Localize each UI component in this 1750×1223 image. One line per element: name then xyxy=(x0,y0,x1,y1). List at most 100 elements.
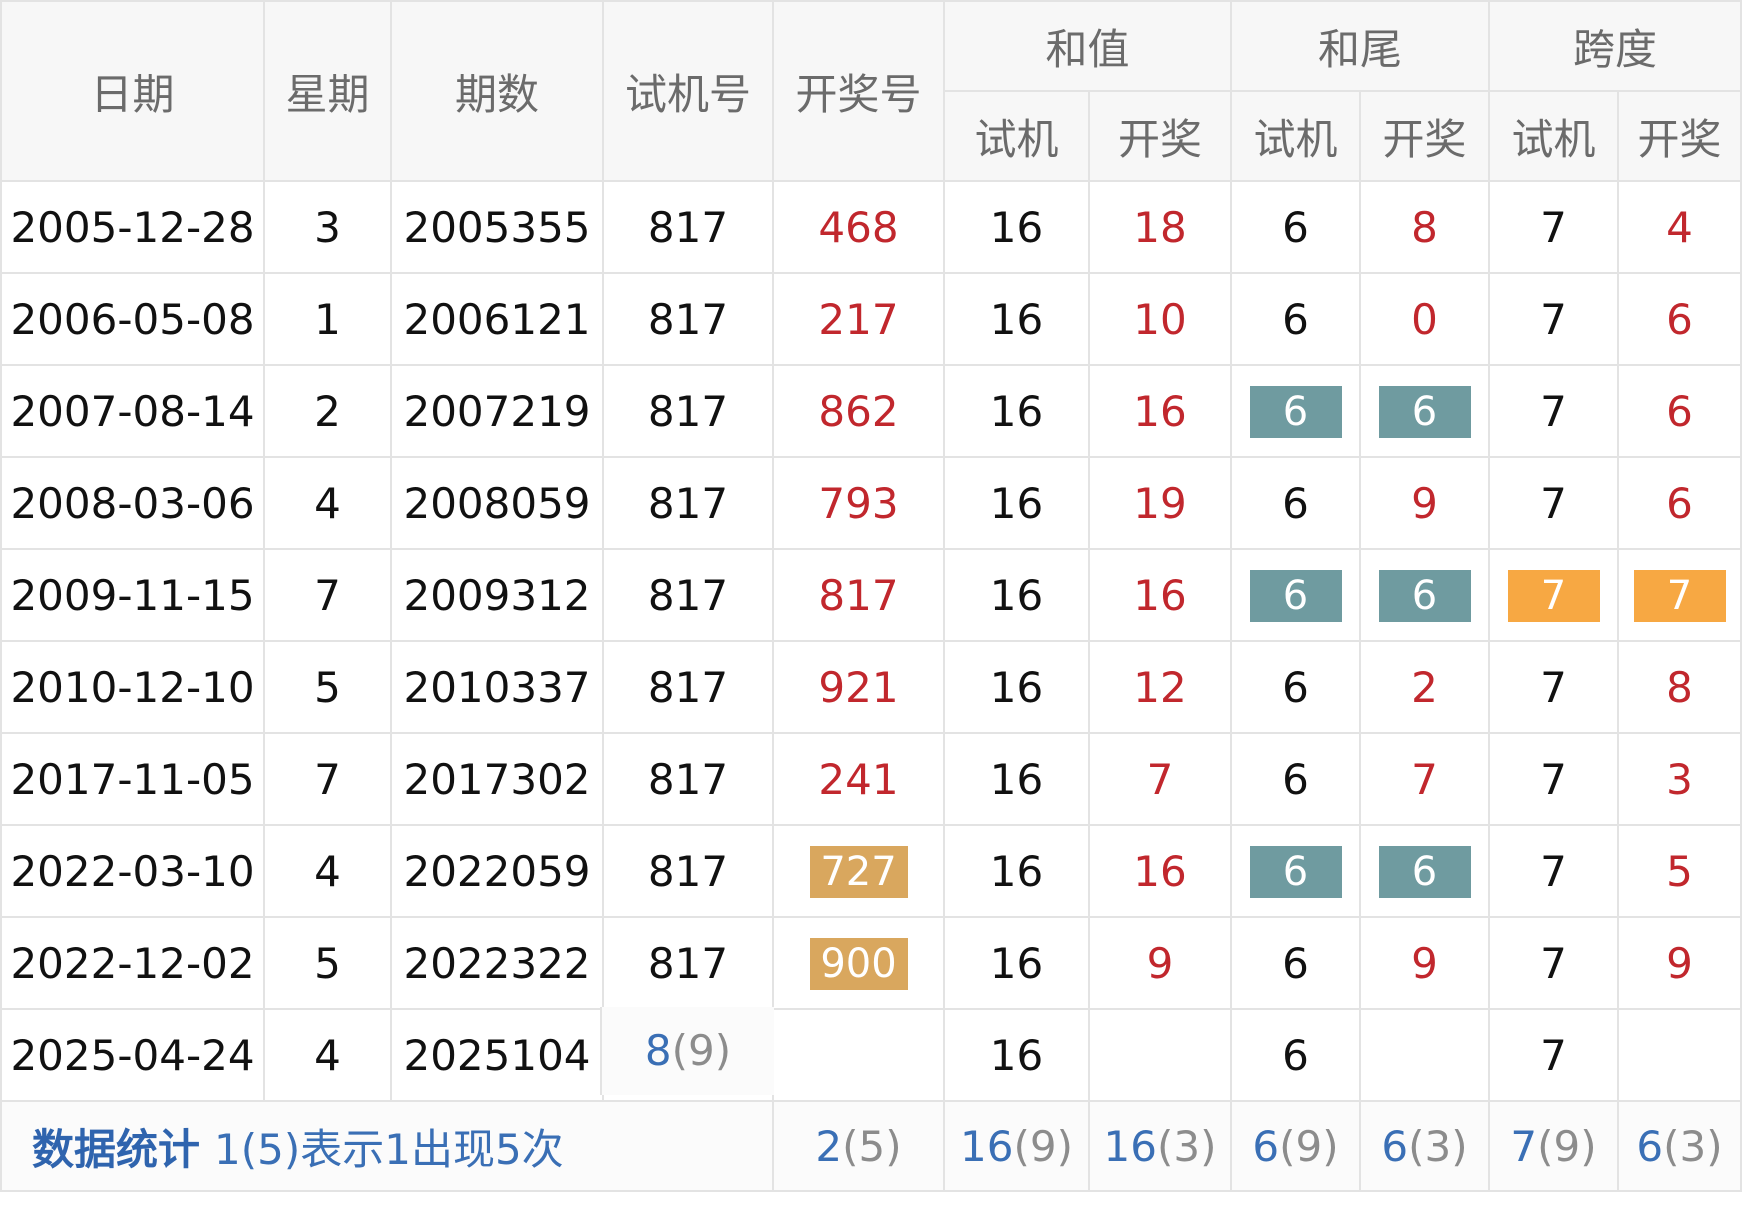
col-draw-number: 开奖号 xyxy=(772,0,945,182)
weekday-cell: 4 xyxy=(263,824,392,918)
weekday-cell: 5 xyxy=(263,916,392,1010)
stats-title: 数据统计 xyxy=(32,1124,201,1174)
tail-test-cell: 6 xyxy=(1230,640,1362,734)
sum-test-cell: 16 xyxy=(943,916,1090,1010)
tail-draw-cell: 9 xyxy=(1359,456,1491,550)
table-row: 2022-03-10 4 2022059 817 727 16 16 6 6 7… xyxy=(0,824,1743,918)
draw-number-cell: 241 xyxy=(772,732,945,826)
draw-number-cell: 727 xyxy=(772,824,945,918)
span-test-cell: 7 xyxy=(1488,916,1620,1010)
table-body: 2005-12-28 3 2005355 817 468 16 18 6 8 7… xyxy=(0,180,1743,1102)
sum-draw-cell: 10 xyxy=(1087,272,1233,366)
span-test-cell: 7 xyxy=(1488,180,1620,274)
table-row: 2009-11-15 7 2009312 817 817 16 16 6 6 7… xyxy=(0,548,1743,642)
sum-test-cell: 16 xyxy=(943,732,1090,826)
tail-test-cell: 6 xyxy=(1230,272,1362,366)
sum-draw-cell xyxy=(1087,1008,1233,1102)
span-draw-cell: 6 xyxy=(1617,364,1743,458)
table-row: 2008-03-06 4 2008059 817 793 16 19 6 9 7… xyxy=(0,456,1743,550)
span-test-cell: 7 xyxy=(1488,1008,1620,1102)
issue-cell: 2010337 xyxy=(390,640,604,734)
test-number-cell: 817 xyxy=(602,364,774,458)
col-test-number: 试机号 xyxy=(602,0,774,182)
tail-draw-cell: 9 xyxy=(1359,916,1491,1010)
weekday-cell: 1 xyxy=(263,272,392,366)
date-cell: 2007-08-14 xyxy=(0,364,265,458)
sum-draw-cell: 16 xyxy=(1087,824,1233,918)
stat-value: 16 xyxy=(960,1121,1014,1171)
span-test-cell: 7 xyxy=(1488,272,1620,366)
stat-count: (9) xyxy=(1013,1121,1073,1171)
test-number-cell: 817 xyxy=(602,548,774,642)
stats-span-draw: 6(3) xyxy=(1617,1100,1743,1192)
span-test-cell: 7 xyxy=(1488,456,1620,550)
test-number-cell: 817 xyxy=(602,732,774,826)
date-cell: 2008-03-06 xyxy=(0,456,265,550)
issue-cell: 2006121 xyxy=(390,272,604,366)
highlight-chip: 7 xyxy=(1507,569,1600,622)
col-issue: 期数 xyxy=(390,0,604,182)
issue-cell: 2022322 xyxy=(390,916,604,1010)
col-group-sum: 和值 xyxy=(942,0,1233,92)
col-group-span: 跨度 xyxy=(1488,0,1743,92)
highlight-chip: 6 xyxy=(1249,385,1342,438)
sum-test-cell: 16 xyxy=(943,456,1090,550)
stats-draw-number: 2(5) xyxy=(772,1100,945,1192)
tail-draw-cell: 2 xyxy=(1359,640,1491,734)
span-test-cell: 7 xyxy=(1488,364,1620,458)
test-number-cell: 817 xyxy=(602,456,774,550)
draw-number-cell: 217 xyxy=(772,272,945,366)
weekday-cell: 5 xyxy=(263,640,392,734)
date-cell: 2022-03-10 xyxy=(0,824,265,918)
sum-draw-cell: 7 xyxy=(1087,732,1233,826)
tail-test-cell: 6 xyxy=(1230,732,1362,826)
col-span-test: 试机 xyxy=(1488,90,1620,182)
span-test-cell: 7 xyxy=(1488,640,1620,734)
span-draw-cell: 3 xyxy=(1617,732,1743,826)
weekday-cell: 7 xyxy=(263,548,392,642)
sum-draw-cell: 19 xyxy=(1087,456,1233,550)
draw-number-cell: 468 xyxy=(772,180,945,274)
tail-draw-cell: 8 xyxy=(1359,180,1491,274)
sum-draw-cell: 18 xyxy=(1087,180,1233,274)
highlight-chip: 6 xyxy=(1378,385,1471,438)
col-weekday: 星期 xyxy=(263,0,392,182)
highlight-chip: 7 xyxy=(1633,569,1726,622)
sum-draw-cell: 12 xyxy=(1087,640,1233,734)
stat-count: (9) xyxy=(1537,1121,1597,1171)
stat-value: 6 xyxy=(1381,1121,1409,1171)
stats-row: 数据统计 1(5)表示1出现5次 2(5) 16(9) 16(3) 6(9) 6(… xyxy=(0,1100,1743,1192)
stat-value: 8 xyxy=(644,1026,672,1075)
issue-cell: 2008059 xyxy=(390,456,604,550)
test-number-cell: 817 xyxy=(602,640,774,734)
sum-draw-cell: 9 xyxy=(1087,916,1233,1010)
stat-count: (3) xyxy=(1156,1121,1217,1171)
tail-test-cell: 6 xyxy=(1230,456,1362,550)
span-test-cell: 7 xyxy=(1488,548,1620,642)
col-group-tail: 和尾 xyxy=(1230,0,1491,92)
stats-tail-draw: 6(3) xyxy=(1359,1100,1491,1192)
tail-draw-cell: 7 xyxy=(1359,732,1491,826)
col-tail-draw: 开奖 xyxy=(1359,90,1491,182)
tail-draw-cell: 6 xyxy=(1359,364,1491,458)
span-test-cell: 7 xyxy=(1488,824,1620,918)
issue-cell: 2007219 xyxy=(390,364,604,458)
issue-cell: 2017302 xyxy=(390,732,604,826)
highlight-chip: 900 xyxy=(809,937,908,990)
draw-number-cell: 921 xyxy=(772,640,945,734)
sum-test-cell: 16 xyxy=(943,640,1090,734)
weekday-cell: 4 xyxy=(263,1008,392,1102)
weekday-cell: 3 xyxy=(263,180,392,274)
stat-count: (9) xyxy=(671,1026,732,1075)
draw-number-cell: 900 xyxy=(772,916,945,1010)
tail-test-cell: 6 xyxy=(1230,1008,1362,1102)
table-row: 2017-11-05 7 2017302 817 241 16 7 6 7 7 … xyxy=(0,732,1743,826)
table-row: 2006-05-08 1 2006121 817 217 16 10 6 0 7… xyxy=(0,272,1743,366)
date-cell: 2017-11-05 xyxy=(0,732,265,826)
issue-cell: 2009312 xyxy=(390,548,604,642)
stats-sum-test: 16(9) xyxy=(943,1100,1090,1192)
stats-tail-test: 6(9) xyxy=(1230,1100,1362,1192)
stat-value: 6 xyxy=(1636,1121,1664,1171)
span-draw-cell: 6 xyxy=(1617,272,1743,366)
highlight-chip: 6 xyxy=(1378,569,1471,622)
